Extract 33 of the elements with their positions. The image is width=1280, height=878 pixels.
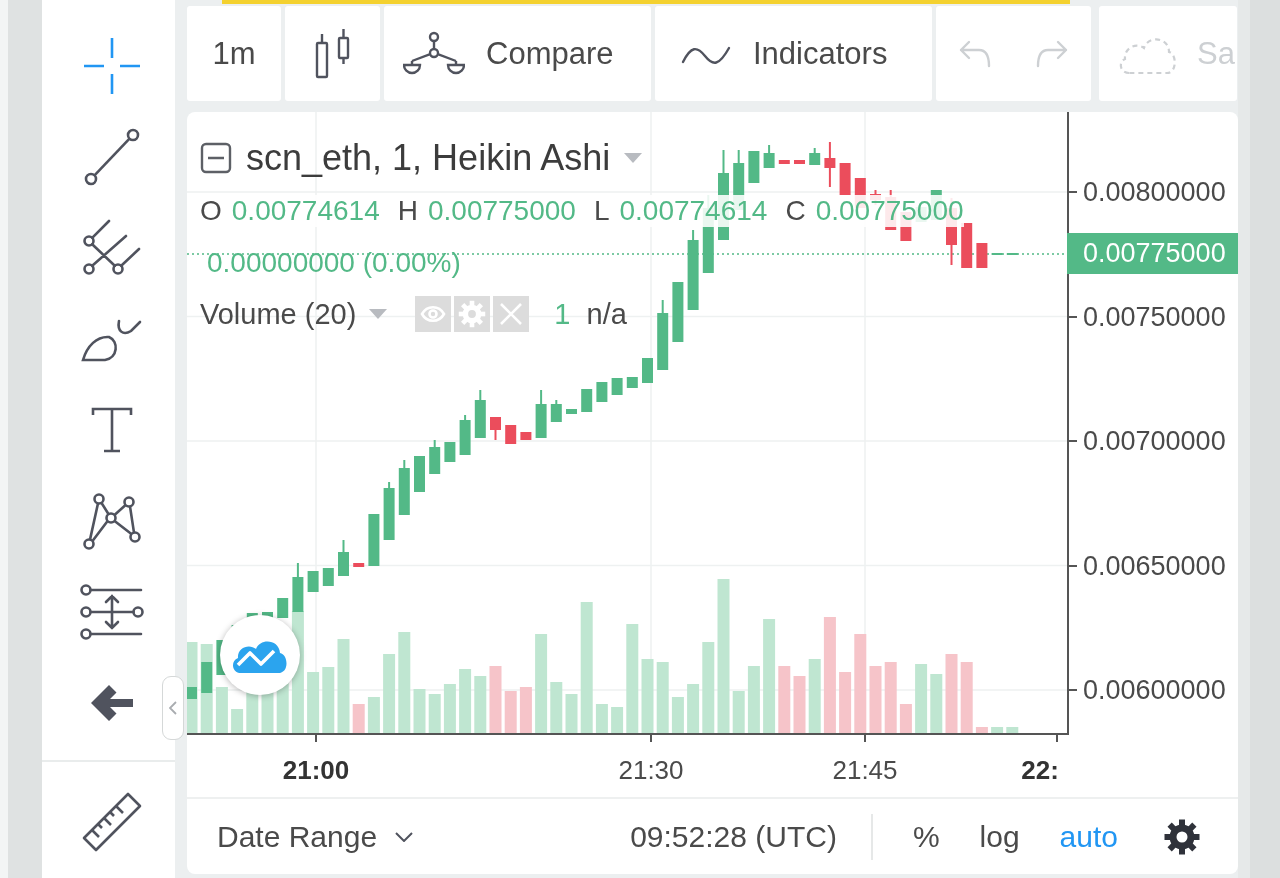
- levels-icon: [80, 582, 144, 641]
- time-axis-label: 21:00: [282, 755, 350, 785]
- scale-mode-button[interactable]: log: [979, 819, 1020, 854]
- compare-button[interactable]: Compare: [384, 6, 651, 101]
- price-axis-label: 0.00600000: [1083, 674, 1226, 706]
- date-range-button[interactable]: Date Range: [217, 819, 414, 854]
- left-arrow-icon: [89, 682, 135, 723]
- redo-icon: [1035, 39, 1070, 68]
- last-price-tag: 0.00775000: [1067, 233, 1238, 274]
- price-axis-label: 0.00800000: [1083, 176, 1226, 208]
- chart-settings-button[interactable]: [1164, 818, 1200, 855]
- undo-icon: [957, 39, 992, 68]
- price-axis-label: 0.00650000: [1083, 549, 1226, 582]
- chevron-left-icon: [169, 701, 177, 715]
- text-tool-icon: [91, 405, 133, 454]
- scales-icon: [403, 30, 465, 77]
- candlestick-icon: [314, 27, 351, 80]
- time-axis-label: 22:: [1021, 755, 1059, 785]
- clock-text: 09:52:28 (UTC): [630, 819, 837, 854]
- time-axis-label: 21:30: [618, 755, 684, 785]
- crosshair-icon: [83, 36, 141, 95]
- price-axis-label: 0.00700000: [1083, 425, 1226, 457]
- chevron-down-icon: [395, 831, 414, 842]
- pitchfork-icon: [83, 218, 141, 277]
- chart-type-button[interactable]: [285, 6, 380, 101]
- indicators-button[interactable]: Indicators: [655, 6, 932, 101]
- price-axis-label: 0.00750000: [1083, 300, 1226, 333]
- ruler-icon: [81, 791, 143, 853]
- time-axis-label: 21:45: [832, 755, 898, 785]
- scale-mode-button[interactable]: %: [912, 819, 940, 854]
- settings-icon: [1164, 818, 1200, 855]
- trend-line-icon: [84, 127, 140, 186]
- interval-button[interactable]: 1m: [187, 6, 281, 101]
